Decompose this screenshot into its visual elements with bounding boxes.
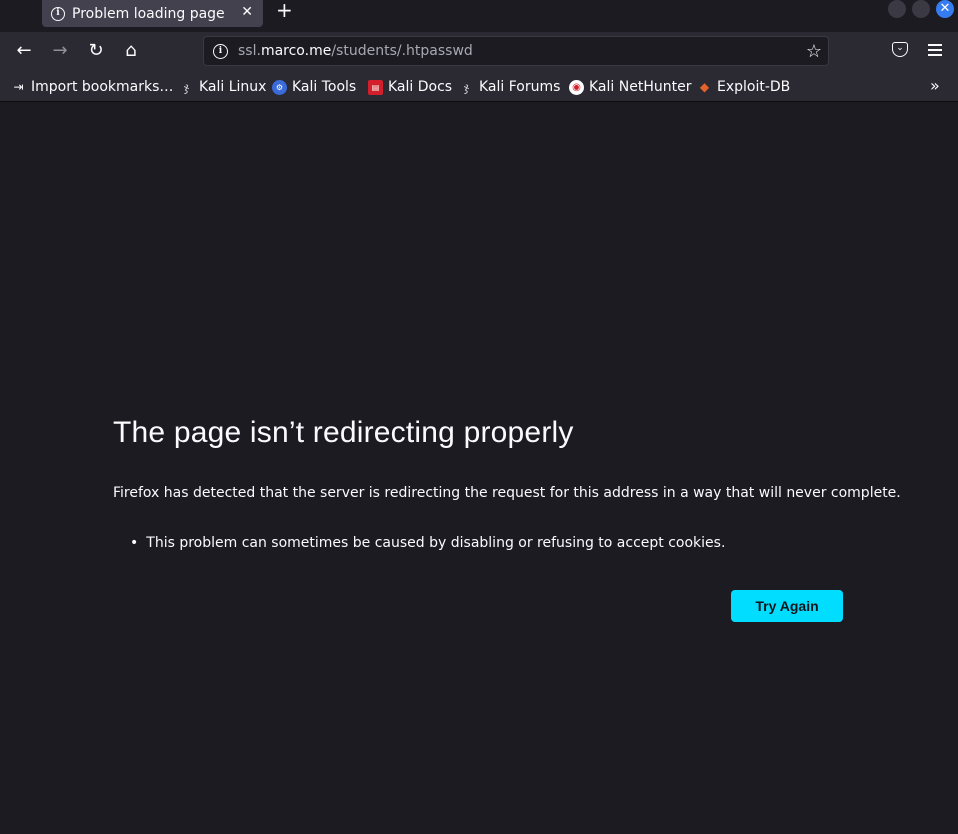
bookmark-label: Kali Linux xyxy=(199,79,267,95)
bookmark-label: Kali NetHunter xyxy=(589,79,692,95)
tab-title: Problem loading page xyxy=(72,5,225,22)
bookmark-label: Kali Forums xyxy=(479,79,561,95)
bookmarks-overflow-icon[interactable]: » xyxy=(930,76,940,95)
bookmark-kali-nethunter[interactable]: ◉ Kali NetHunter xyxy=(569,78,691,96)
try-again-button[interactable]: Try Again xyxy=(731,590,843,622)
bookmark-kali-tools[interactable]: ⚙ Kali Tools xyxy=(272,78,356,96)
error-page: The page isn’t redirecting properly Fire… xyxy=(0,103,958,834)
bookmark-kali-forums[interactable]: ჯ Kali Forums xyxy=(459,78,561,96)
tab-active[interactable]: i Problem loading page ✕ xyxy=(42,0,263,27)
window-minimize-button[interactable] xyxy=(888,0,906,18)
kali-forums-icon: ჯ xyxy=(463,79,470,94)
url-prefix: ssl. xyxy=(238,43,261,59)
window-maximize-button[interactable] xyxy=(912,0,930,18)
url-path: /students/.htpasswd xyxy=(331,43,473,59)
site-info-icon[interactable]: i xyxy=(213,44,228,59)
nethunter-icon: ◉ xyxy=(569,79,584,95)
bookmark-star-icon[interactable]: ☆ xyxy=(806,41,822,62)
error-description: Firefox has detected that the server is … xyxy=(113,485,901,501)
forward-button[interactable]: → xyxy=(49,40,71,62)
hamburger-menu-icon[interactable] xyxy=(928,44,942,59)
back-button[interactable]: ← xyxy=(13,40,35,62)
bullet-icon: • xyxy=(130,535,139,551)
bookmark-import[interactable]: ⇥ Import bookmarks… xyxy=(11,78,173,96)
home-button[interactable]: ⌂ xyxy=(120,40,142,62)
bookmarks-toolbar: ⇥ Import bookmarks… ჯ Kali Linux ⚙ Kali … xyxy=(0,70,958,102)
kali-tools-icon: ⚙ xyxy=(272,79,287,95)
tab-strip: i Problem loading page ✕ + ✕ xyxy=(0,0,958,32)
bookmark-exploit-db[interactable]: ◆ Exploit-DB xyxy=(697,78,790,96)
bookmark-label: Kali Tools xyxy=(292,79,357,95)
error-hint-item: This problem can sometimes be caused by … xyxy=(146,535,726,551)
info-icon: i xyxy=(51,6,65,21)
navigation-toolbar: ← → ↻ ⌂ i ssl.marco.me/students/.htpassw… xyxy=(0,32,958,70)
error-title: The page isn’t redirecting properly xyxy=(113,416,574,449)
url-host: marco.me xyxy=(260,43,332,59)
bookmark-label: Kali Docs xyxy=(388,79,453,95)
kali-docs-icon: ▤ xyxy=(368,79,383,95)
error-hint-list: • This problem can sometimes be caused by… xyxy=(130,535,725,551)
bookmark-kali-linux[interactable]: ჯ Kali Linux xyxy=(179,78,267,96)
bookmark-kali-docs[interactable]: ▤ Kali Docs xyxy=(368,78,452,96)
url-text[interactable]: ssl.marco.me/students/.htpasswd xyxy=(238,43,473,59)
tab-close-icon[interactable]: ✕ xyxy=(241,4,253,20)
url-bar[interactable]: i ssl.marco.me/students/.htpasswd ☆ xyxy=(203,36,829,66)
new-tab-button[interactable]: + xyxy=(276,0,293,20)
reload-button[interactable]: ↻ xyxy=(85,40,107,62)
bookmark-label: Exploit-DB xyxy=(717,79,791,95)
pocket-icon[interactable]: ⌄ xyxy=(892,42,908,57)
import-icon: ⇥ xyxy=(13,79,24,94)
bookmark-label: Import bookmarks… xyxy=(31,79,174,95)
kali-dragon-icon: ჯ xyxy=(183,79,190,94)
exploit-db-icon: ◆ xyxy=(699,79,710,94)
window-close-button[interactable]: ✕ xyxy=(936,0,954,18)
